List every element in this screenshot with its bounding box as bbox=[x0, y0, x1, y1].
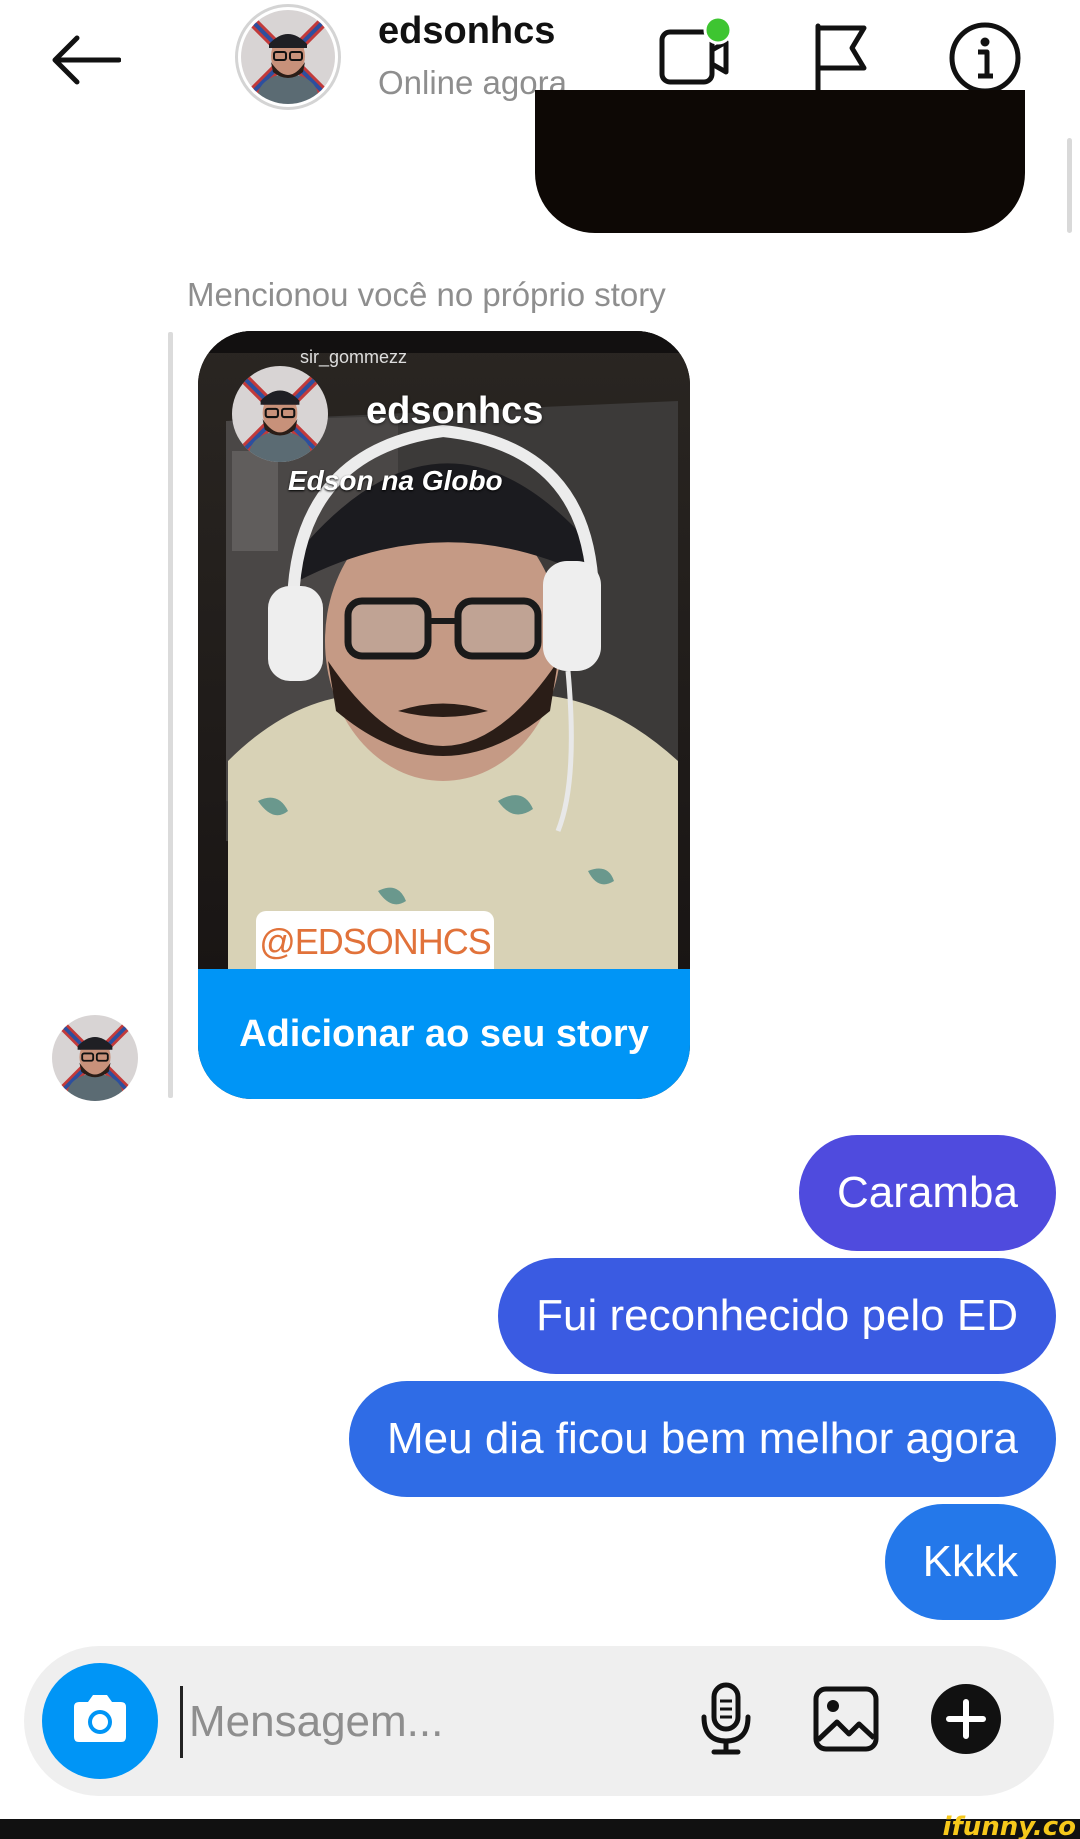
gallery-icon bbox=[811, 1684, 881, 1759]
story-user-avatar[interactable] bbox=[232, 366, 328, 462]
story-username[interactable]: edsonhcs bbox=[366, 390, 543, 433]
story-mention-card[interactable]: sir_gommezz edsonhcs Edson na Globo @EDS… bbox=[198, 331, 690, 1099]
story-caption-text: Edson na Globo bbox=[288, 465, 503, 496]
message-input[interactable] bbox=[180, 1686, 660, 1758]
ifunny-watermark: ifunny.co bbox=[942, 1812, 1076, 1839]
header-avatar[interactable] bbox=[235, 4, 341, 110]
info-icon bbox=[947, 20, 1023, 101]
back-arrow-icon bbox=[49, 32, 122, 93]
message-composer bbox=[24, 1646, 1054, 1796]
avatar bbox=[241, 10, 335, 104]
more-options-button[interactable] bbox=[924, 1679, 1008, 1763]
message-text: Meu dia ficou bem melhor agora bbox=[387, 1414, 1018, 1463]
previous-media-message[interactable] bbox=[535, 90, 1025, 233]
sent-message[interactable]: Meu dia ficou bem melhor agora bbox=[349, 1381, 1056, 1497]
avatar bbox=[52, 1015, 138, 1101]
scrollbar[interactable] bbox=[1067, 138, 1072, 233]
story-mention-caption: Mencionou você no próprio story bbox=[187, 276, 666, 313]
header-username[interactable]: edsonhcs bbox=[378, 10, 555, 53]
sender-avatar[interactable] bbox=[52, 1015, 138, 1101]
bottom-bar bbox=[0, 1819, 1080, 1839]
story-mention-sticker: @EDSONHCS bbox=[256, 911, 494, 973]
message-text: Caramba bbox=[837, 1168, 1018, 1217]
message-text: Fui reconhecido pelo ED bbox=[536, 1291, 1018, 1340]
back-button[interactable] bbox=[40, 22, 130, 102]
message-text: Kkkk bbox=[922, 1537, 1018, 1586]
sent-message[interactable]: Fui reconhecido pelo ED bbox=[498, 1258, 1056, 1374]
microphone-icon bbox=[696, 1681, 756, 1762]
gallery-button[interactable] bbox=[804, 1679, 888, 1763]
story-original-username: sir_gommezz bbox=[300, 347, 408, 367]
plus-icon bbox=[929, 1682, 1003, 1761]
add-to-story-button[interactable]: Adicionar ao seu story bbox=[198, 969, 690, 1099]
camera-button[interactable] bbox=[42, 1663, 158, 1779]
voice-message-button[interactable] bbox=[684, 1679, 768, 1763]
sent-message[interactable]: Kkkk bbox=[884, 1504, 1056, 1620]
dm-thread-screen: edsonhcs Online agora Mencionou você no … bbox=[0, 0, 1080, 1839]
avatar bbox=[232, 366, 328, 462]
camera-icon bbox=[68, 1691, 132, 1752]
reply-indicator-line bbox=[168, 332, 173, 1098]
sent-message[interactable]: Caramba bbox=[799, 1135, 1056, 1251]
